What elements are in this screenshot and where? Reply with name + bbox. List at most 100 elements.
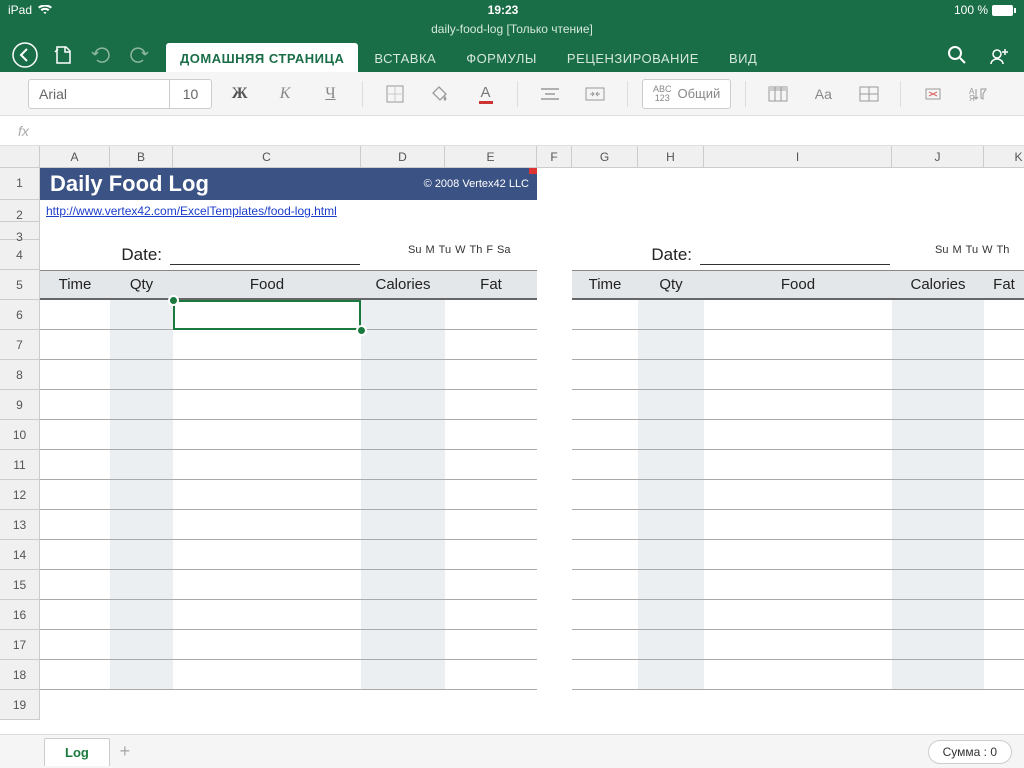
number-format[interactable]: ABC123 Общий <box>642 79 731 109</box>
table-row[interactable] <box>40 330 537 360</box>
table-row[interactable] <box>572 450 1024 480</box>
row-header-7[interactable]: 7 <box>0 330 39 360</box>
col-header-F[interactable]: F <box>537 146 572 167</box>
table-style-button[interactable] <box>760 79 795 109</box>
table-row[interactable] <box>572 540 1024 570</box>
row-header-1[interactable]: 1 <box>0 168 39 200</box>
row-header-16[interactable]: 16 <box>0 600 39 630</box>
device-label: iPad <box>8 3 32 17</box>
comment-indicator[interactable] <box>529 168 537 174</box>
col-header-J[interactable]: J <box>892 146 984 167</box>
align-button[interactable] <box>532 79 567 109</box>
row-header-4[interactable]: 4 <box>0 240 39 270</box>
formula-bar[interactable]: fx <box>0 116 1024 146</box>
col-header-D[interactable]: D <box>361 146 445 167</box>
clear-button[interactable] <box>915 79 950 109</box>
sort-filter-button[interactable]: AЯ <box>961 79 996 109</box>
col-header-G[interactable]: G <box>572 146 638 167</box>
table-row[interactable] <box>40 480 537 510</box>
table-row[interactable] <box>40 510 537 540</box>
weekdays-2: SuMTuWTh <box>935 244 1009 256</box>
tab-home[interactable]: ДОМАШНЯЯ СТРАНИЦА <box>166 43 358 72</box>
borders-button[interactable] <box>377 79 412 109</box>
selected-cell[interactable] <box>173 300 361 330</box>
col-header-E[interactable]: E <box>445 146 537 167</box>
merge-button[interactable] <box>578 79 613 109</box>
col-header-B[interactable]: B <box>110 146 173 167</box>
italic-button[interactable]: К <box>267 79 302 109</box>
row-header-6[interactable]: 6 <box>0 300 39 330</box>
row-header-10[interactable]: 10 <box>0 420 39 450</box>
copyright-text: © 2008 Vertex42 LLC <box>400 168 537 200</box>
row-header-12[interactable]: 12 <box>0 480 39 510</box>
col-header-H[interactable]: H <box>638 146 704 167</box>
file-button[interactable] <box>46 38 80 72</box>
wifi-icon <box>38 5 52 15</box>
select-all-corner[interactable] <box>0 146 40 168</box>
row-header-3[interactable]: 3 <box>0 222 39 240</box>
row-header-8[interactable]: 8 <box>0 360 39 390</box>
row-header-19[interactable]: 19 <box>0 690 39 720</box>
table-row[interactable] <box>572 660 1024 690</box>
table-row[interactable] <box>40 660 537 690</box>
template-link[interactable]: http://www.vertex42.com/ExcelTemplates/f… <box>40 200 337 222</box>
table-row[interactable] <box>40 420 537 450</box>
sum-display[interactable]: Сумма : 0 <box>928 740 1012 764</box>
row-header-13[interactable]: 13 <box>0 510 39 540</box>
tab-formulas[interactable]: ФОРМУЛЫ <box>452 43 551 72</box>
redo-button[interactable] <box>122 38 156 72</box>
table-row[interactable] <box>40 600 537 630</box>
selection-handle-br[interactable] <box>356 325 367 336</box>
table-row[interactable] <box>40 570 537 600</box>
table-row[interactable] <box>572 570 1024 600</box>
row-header-15[interactable]: 15 <box>0 570 39 600</box>
font-selector[interactable]: Arial 10 <box>28 79 212 109</box>
table-row[interactable] <box>572 600 1024 630</box>
table-row[interactable] <box>572 360 1024 390</box>
table-row[interactable] <box>40 630 537 660</box>
date-field-1: Date: <box>40 240 360 270</box>
col-header-K[interactable]: K <box>984 146 1024 167</box>
row-header-2[interactable]: 2 <box>0 200 39 222</box>
table-row[interactable] <box>40 360 537 390</box>
tab-review[interactable]: РЕЦЕНЗИРОВАНИЕ <box>553 43 713 72</box>
tab-view[interactable]: ВИД <box>715 43 771 72</box>
selection-handle-tl[interactable] <box>168 295 179 306</box>
spreadsheet-grid[interactable]: ABCDEFGHIJK 1234567891011121314151617181… <box>0 146 1024 748</box>
col-header-C[interactable]: C <box>173 146 361 167</box>
insert-cells-button[interactable] <box>851 79 886 109</box>
row-header-9[interactable]: 9 <box>0 390 39 420</box>
cell-style-button[interactable]: Aa <box>806 79 841 109</box>
row-header-5[interactable]: 5 <box>0 270 39 300</box>
col-header-I[interactable]: I <box>704 146 892 167</box>
back-button[interactable] <box>8 38 42 72</box>
font-color-button[interactable]: A <box>468 79 503 109</box>
add-sheet-button[interactable]: + <box>110 741 140 762</box>
font-size[interactable]: 10 <box>169 80 211 108</box>
table-row[interactable] <box>572 300 1024 330</box>
date-field-2: Date: <box>570 240 890 270</box>
row-header-11[interactable]: 11 <box>0 450 39 480</box>
table-row[interactable] <box>572 480 1024 510</box>
fill-color-button[interactable] <box>422 79 457 109</box>
table-row[interactable] <box>572 630 1024 660</box>
underline-button[interactable]: Ч <box>313 79 348 109</box>
tab-insert[interactable]: ВСТАВКА <box>360 43 450 72</box>
row-header-17[interactable]: 17 <box>0 630 39 660</box>
table-row[interactable] <box>572 510 1024 540</box>
search-button[interactable] <box>940 38 974 72</box>
row-header-14[interactable]: 14 <box>0 540 39 570</box>
table-row[interactable] <box>40 390 537 420</box>
table-row[interactable] <box>572 420 1024 450</box>
col-header-A[interactable]: A <box>40 146 110 167</box>
row-header-18[interactable]: 18 <box>0 660 39 690</box>
table-row[interactable] <box>40 540 537 570</box>
bold-button[interactable]: Ж <box>222 79 257 109</box>
table-row[interactable] <box>572 330 1024 360</box>
table-row[interactable] <box>572 390 1024 420</box>
font-name[interactable]: Arial <box>29 80 169 108</box>
share-button[interactable] <box>982 38 1016 72</box>
table-row[interactable] <box>40 450 537 480</box>
undo-button[interactable] <box>84 38 118 72</box>
sheet-tab[interactable]: Log <box>44 738 110 766</box>
